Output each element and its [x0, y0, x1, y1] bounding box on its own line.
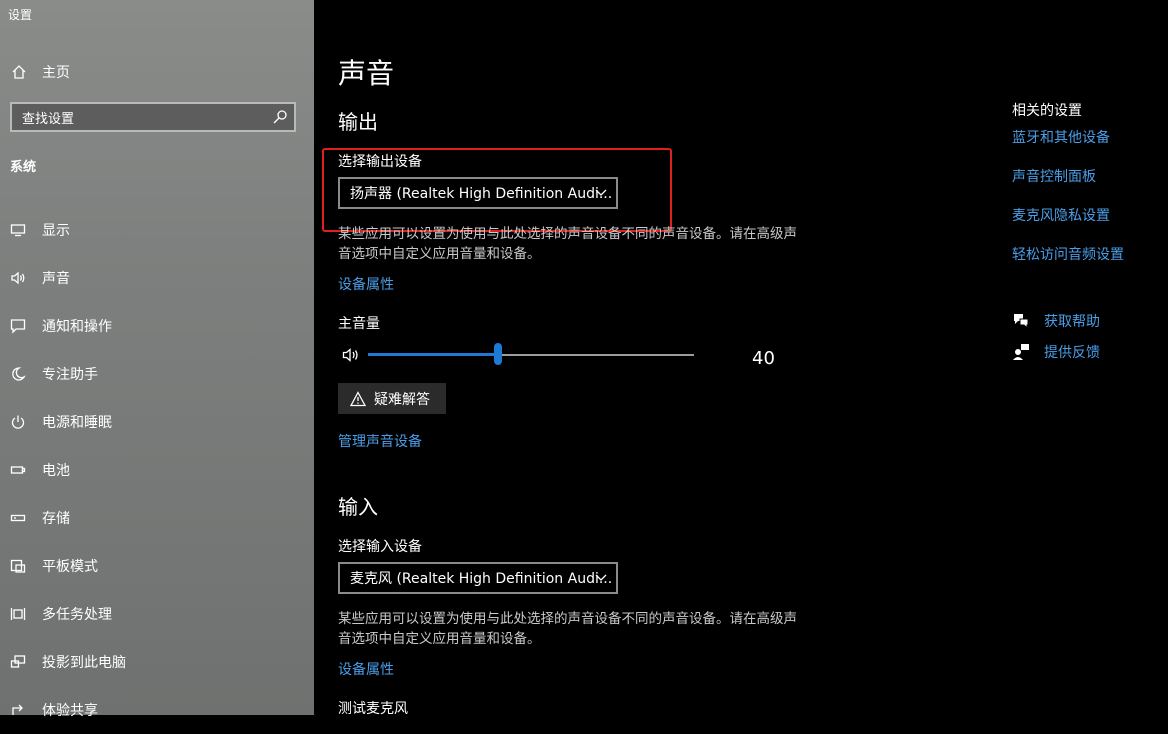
give-feedback-link[interactable]: 提供反馈	[1012, 342, 1100, 362]
highlight-box	[322, 148, 672, 232]
sidebar: 设置 主页 查找设置 系统 显示 声音 通知和操作 专注助手 电源和睡眠 电池 …	[0, 0, 314, 719]
sidebar-item-shared-experiences[interactable]: 体验共享	[0, 686, 314, 734]
sidebar-item-label: 电源和睡眠	[42, 415, 112, 431]
sidebar-item-display[interactable]: 显示	[0, 206, 314, 254]
volume-value: 40	[752, 348, 775, 369]
input-description: 某些应用可以设置为使用与此处选择的声音设备不同的声音设备。请在高级声音选项中自定…	[338, 611, 797, 647]
power-icon	[10, 414, 26, 430]
output-heading: 输出	[338, 110, 378, 134]
sidebar-item-label: 存储	[42, 511, 70, 527]
search-icon	[273, 110, 287, 124]
sidebar-item-power-sleep[interactable]: 电源和睡眠	[0, 398, 314, 446]
search-placeholder: 查找设置	[22, 111, 75, 127]
manage-sound-devices-link[interactable]: 管理声音设备	[338, 431, 422, 451]
window-title: 设置	[8, 8, 33, 22]
sidebar-item-label: 显示	[42, 223, 70, 239]
give-feedback-label: 提供反馈	[1044, 345, 1100, 361]
related-settings-heading: 相关的设置	[1012, 103, 1082, 119]
sidebar-item-label: 声音	[42, 271, 70, 287]
sidebar-item-notifications[interactable]: 通知和操作	[0, 302, 314, 350]
input-device-dropdown[interactable]: 麦克风 (Realtek High Definition Audi...	[338, 562, 618, 594]
battery-icon	[10, 462, 26, 478]
get-help-label: 获取帮助	[1044, 314, 1100, 330]
troubleshoot-label: 疑难解答	[374, 391, 430, 408]
home-nav-item[interactable]: 主页	[10, 60, 70, 84]
home-label: 主页	[42, 65, 70, 81]
master-volume-label: 主音量	[338, 316, 380, 332]
tablet-icon	[10, 558, 26, 574]
monitor-icon	[10, 222, 26, 238]
sidebar-item-label: 投影到此电脑	[42, 655, 126, 671]
sidebar-item-tablet-mode[interactable]: 平板模式	[0, 542, 314, 590]
sidebar-item-multitasking[interactable]: 多任务处理	[0, 590, 314, 638]
sidebar-item-sound[interactable]: 声音	[0, 254, 314, 302]
output-device-properties-link[interactable]: 设备属性	[338, 274, 394, 294]
sidebar-item-label: 专注助手	[42, 367, 98, 383]
sidebar-item-battery[interactable]: 电池	[0, 446, 314, 494]
moon-icon	[10, 366, 26, 382]
sidebar-item-label: 多任务处理	[42, 607, 112, 623]
volume-slider-fill[interactable]	[368, 353, 498, 356]
speaker-icon	[10, 270, 26, 286]
input-device-label: 选择输入设备	[338, 539, 422, 555]
sidebar-item-label: 平板模式	[42, 559, 98, 575]
page-title: 声音	[338, 57, 395, 90]
sidebar-item-label: 通知和操作	[42, 319, 112, 335]
troubleshoot-button[interactable]: 疑难解答	[338, 383, 446, 414]
input-heading: 输入	[338, 495, 378, 519]
volume-slider-thumb[interactable]	[494, 343, 502, 365]
related-link-microphone-privacy[interactable]: 麦克风隐私设置	[1012, 205, 1110, 225]
storage-icon	[10, 510, 26, 526]
help-chat-icon	[1014, 314, 1029, 330]
output-description: 某些应用可以设置为使用与此处选择的声音设备不同的声音设备。请在高级声音选项中自定…	[338, 226, 797, 262]
project-icon	[10, 654, 26, 670]
sidebar-item-focus-assist[interactable]: 专注助手	[0, 350, 314, 398]
sidebar-item-label: 体验共享	[42, 703, 98, 719]
test-microphone-label: 测试麦克风	[338, 701, 408, 717]
volume-slider-track[interactable]	[498, 354, 694, 356]
input-device-value: 麦克风 (Realtek High Definition Audi...	[350, 571, 613, 587]
section-label-system: 系统	[10, 160, 37, 175]
get-help-link[interactable]: 获取帮助	[1012, 311, 1100, 331]
related-link-sound-control-panel[interactable]: 声音控制面板	[1012, 166, 1096, 186]
sidebar-item-project-to-pc[interactable]: 投影到此电脑	[0, 638, 314, 686]
feedback-icon	[1013, 344, 1029, 360]
chevron-down-icon	[595, 574, 607, 581]
warning-icon	[350, 390, 366, 406]
input-device-properties-link[interactable]: 设备属性	[338, 659, 394, 679]
related-link-ease-of-access-audio[interactable]: 轻松访问音频设置	[1012, 244, 1124, 264]
sidebar-item-storage[interactable]: 存储	[0, 494, 314, 542]
related-link-bluetooth[interactable]: 蓝牙和其他设备	[1012, 127, 1110, 147]
multitask-icon	[10, 606, 26, 622]
search-input[interactable]: 查找设置	[10, 102, 296, 132]
notification-icon	[10, 318, 26, 334]
main-content: 声音 输出 选择输出设备 扬声器 (Realtek High Definitio…	[314, 0, 1168, 717]
home-icon	[10, 63, 28, 81]
sidebar-item-label: 电池	[42, 463, 70, 479]
sidebar-nav: 显示 声音 通知和操作 专注助手 电源和睡眠 电池 存储 平板模式 多任务处理 …	[0, 206, 314, 734]
speaker-icon[interactable]	[342, 347, 360, 363]
share-icon	[10, 702, 26, 718]
